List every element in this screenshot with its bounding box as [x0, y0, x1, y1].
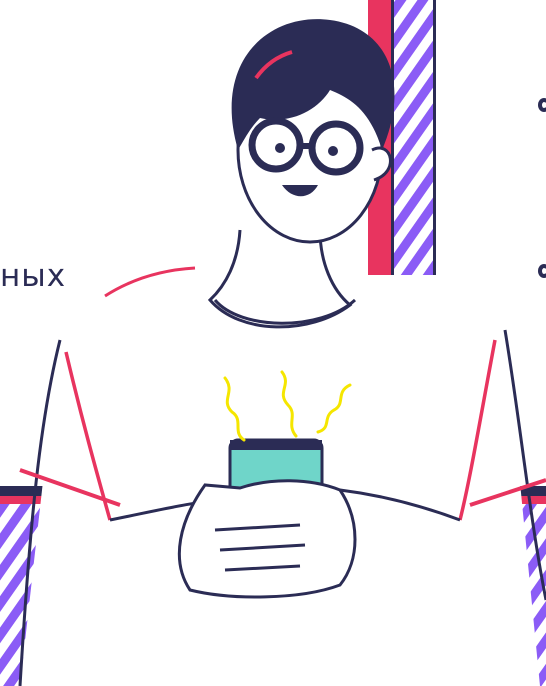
cropped-text-fragment: ных — [0, 258, 67, 294]
illustration-canvas: ных — [0, 0, 546, 686]
cropped-text-glyph — [538, 98, 546, 112]
person-with-phone-illustration — [0, 0, 546, 686]
hands — [177, 479, 357, 599]
cropped-text-glyph — [538, 264, 546, 278]
